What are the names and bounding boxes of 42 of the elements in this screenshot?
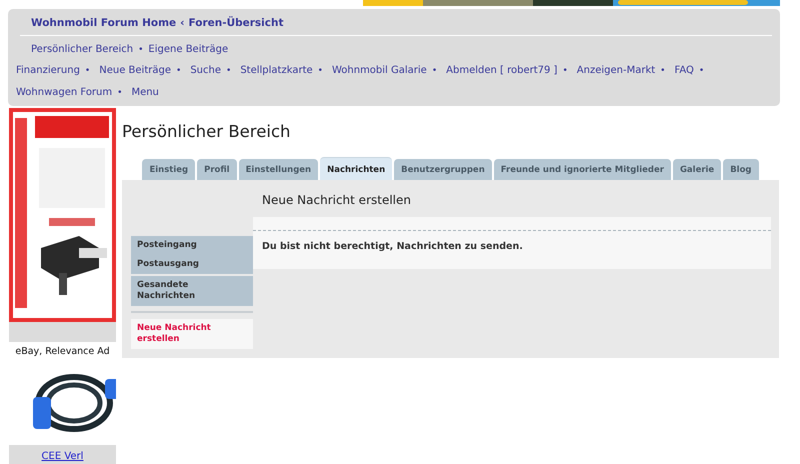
tab[interactable]: Benutzergruppen	[394, 159, 492, 180]
menu-item[interactable]: Neue Nachricht erstellen	[131, 319, 253, 349]
bullet-icon: •	[318, 62, 323, 80]
menu-item[interactable]: Gesandete Nachrichten	[131, 276, 253, 306]
bullet-icon: •	[432, 62, 438, 80]
ad-link[interactable]: CEE Verl	[42, 451, 84, 462]
bullet-icon: •	[562, 62, 568, 80]
nav-link[interactable]: Persönlicher Bereich	[31, 41, 134, 59]
nav-link[interactable]: Finanzierung	[16, 62, 80, 80]
tab[interactable]: Blog	[723, 159, 759, 180]
ad-label: eBay, Relevance Ad	[14, 345, 111, 359]
bullet-icon: •	[226, 62, 232, 80]
menu-item[interactable]: Postausgang	[131, 255, 253, 274]
tab[interactable]: Nachrichten	[320, 157, 392, 180]
nav-link[interactable]: Abmelden [ robert79 ]	[446, 62, 558, 80]
bullet-icon: •	[698, 62, 704, 80]
nav-link[interactable]: Wohnmobil Galarie	[332, 62, 427, 80]
bullet-icon: •	[660, 62, 666, 80]
nav-link[interactable]: Wohnwagen Forum	[16, 84, 112, 102]
bullet-icon: •	[138, 41, 144, 59]
menu-item[interactable]: Posteingang	[131, 236, 253, 255]
bullet-icon: •	[176, 62, 182, 80]
nav-link[interactable]: Menu	[131, 84, 159, 102]
message-text: Du bist nicht berechtigt, Nachrichten zu senden.	[261, 240, 524, 252]
tab[interactable]: Einstellungen	[238, 159, 318, 180]
nav-link[interactable]: Neue Beiträge	[99, 62, 171, 80]
breadcrumb-separator: ‹	[180, 17, 184, 29]
nav-link[interactable]: Eigene Beiträge	[148, 41, 228, 59]
nav-link[interactable]: Anzeigen-Markt	[576, 62, 656, 80]
bullet-icon: •	[84, 62, 90, 80]
tab[interactable]: Galerie	[672, 159, 722, 180]
page-title: Persönlicher Bereich	[122, 122, 292, 141]
tab[interactable]: Einstieg	[142, 159, 196, 180]
section-heading: Neue Nachricht erstellen	[261, 192, 412, 209]
nav-link[interactable]: Suche	[190, 62, 221, 80]
bullet-icon: •	[117, 84, 122, 102]
nav-link[interactable]: FAQ	[674, 62, 694, 80]
tab[interactable]: Profil	[197, 159, 237, 180]
breadcrumb-link[interactable]: Foren-Übersicht	[188, 17, 284, 29]
tab[interactable]: Freunde und ignorierte Mitglieder	[494, 159, 671, 180]
nav-link[interactable]: Stellplatzkarte	[240, 62, 313, 80]
breadcrumb-link[interactable]: Wohnmobil Forum Home	[31, 17, 176, 29]
